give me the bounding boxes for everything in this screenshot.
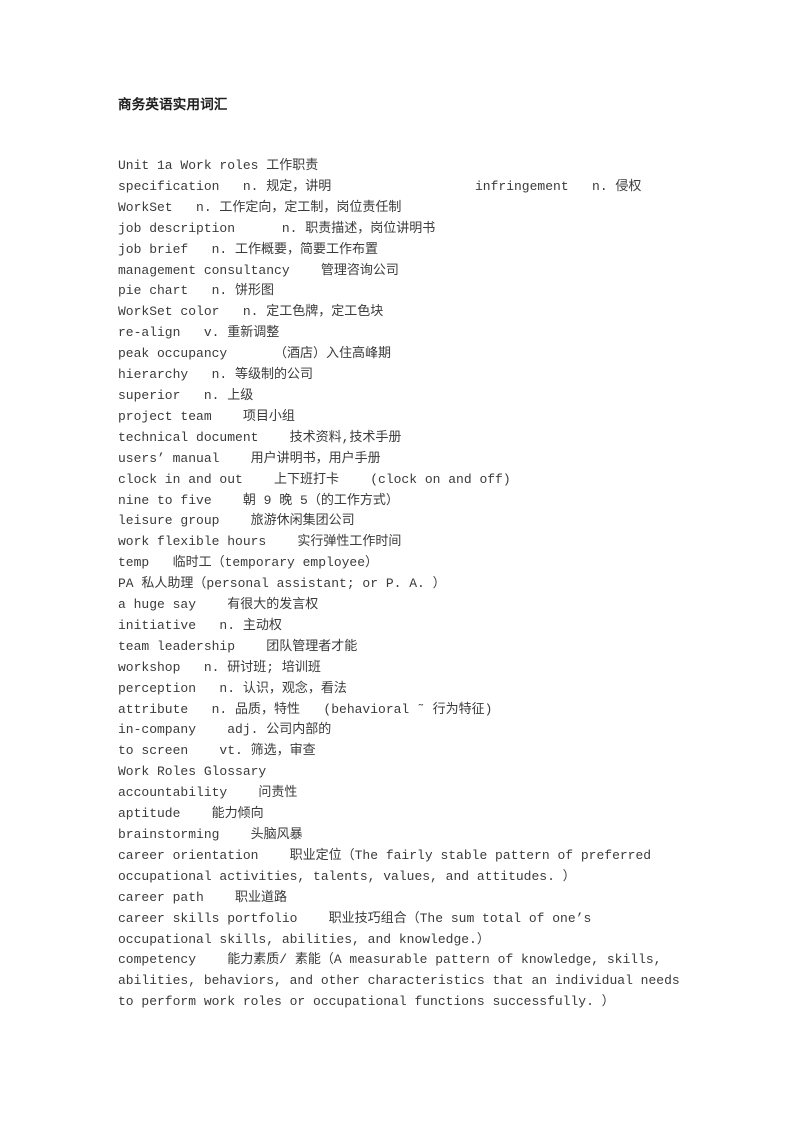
- glossary-line-workset-color: WorkSet color n. 定工色牌，定工色块: [118, 304, 384, 320]
- glossary-line-career-path: career path 职业道路: [118, 889, 288, 905]
- page-title: 商务英语实用词汇: [118, 97, 228, 113]
- glossary-line-re-align: re-align v. 重新调整: [118, 325, 280, 341]
- glossary-line-superior: superior n. 上级: [118, 387, 254, 403]
- glossary-line-career-orientation: career orientation 职业定位（The fairly stabl…: [118, 847, 659, 884]
- glossary-term-infringement: infringement n. 侵权: [475, 178, 642, 194]
- glossary-line-project-team: project team 项目小组: [118, 408, 295, 424]
- glossary-line-management-consultancy: management consultancy 管理咨询公司: [118, 262, 399, 278]
- glossary-line-technical-document: technical document 技术资料,技术手册: [118, 429, 402, 445]
- glossary-line-brainstorming: brainstorming 头脑风暴: [118, 827, 303, 842]
- glossary-line-work-flexible-hours: work flexible hours 实行弹性工作时间: [118, 534, 402, 550]
- glossary-line-job-brief: job brief n. 工作概要，简要工作布置: [118, 241, 379, 257]
- glossary-line-hierarchy: hierarchy n. 等级制的公司: [118, 367, 314, 383]
- glossary-line-job-description: job description n. 职责描述，岗位讲明书: [118, 220, 436, 236]
- glossary-line-specification: specification n. 规定，讲明 infringement n. 侵权: [118, 177, 684, 198]
- glossary-line-team-leadership: team leadership 团队管理者才能: [118, 638, 358, 654]
- glossary-line-leisure-group: leisure group 旅游休闲集团公司: [118, 513, 355, 529]
- glossary-term-specification: specification n. 规定，讲明: [118, 178, 332, 194]
- glossary-line-peak-occupancy: peak occupancy （酒店）入住高峰期: [118, 346, 392, 362]
- glossary-line-initiative: initiative n. 主动权: [118, 617, 282, 633]
- glossary-line-perception: perception n. 认识，观念，看法: [118, 680, 347, 696]
- glossary-line-temp: temp 临时工（temporary employee）: [118, 555, 379, 571]
- document-page: 商务英语实用词汇 Unit 1a Work roles 工作职责 specific…: [0, 0, 793, 1122]
- glossary-line-work-roles-glossary: Work Roles Glossary: [118, 764, 267, 780]
- glossary-line-in-company: in-company adj. 公司内部的: [118, 722, 332, 738]
- glossary-line-pie-chart: pie chart n. 饼形图: [118, 283, 275, 299]
- glossary-line-unit-heading: Unit 1a Work roles 工作职责: [118, 158, 319, 173]
- glossary-body: Unit 1a Work roles 工作职责 specification n. …: [118, 156, 684, 1013]
- glossary-line-aptitude: aptitude 能力倾向: [118, 806, 264, 822]
- glossary-line-workshop: workshop n. 研讨班; 培训班: [118, 659, 321, 675]
- glossary-line-a-huge-say: a huge say 有很大的发言权: [118, 597, 319, 613]
- glossary-line-nine-to-five: nine to five 朝 9 晚 5（的工作方式）: [118, 492, 399, 508]
- glossary-line-clock-in-and-out: clock in and out 上下班打卡 (clock on and off…: [118, 471, 511, 487]
- glossary-line-career-skills-portfolio: career skills portfolio 职业技巧组合（The sum t…: [118, 910, 600, 947]
- glossary-line-pa: PA 私人助理（personal assistant; or P. A. ）: [118, 576, 446, 592]
- glossary-line-accountability: accountability 问责性: [118, 785, 298, 801]
- glossary-line-workset: WorkSet n. 工作定向，定工制，岗位责任制: [118, 199, 402, 215]
- glossary-line-users-manual: users’ manual 用户讲明书，用户手册: [118, 450, 381, 466]
- glossary-line-competency: competency 能力素质/ 素能（A measurable pattern…: [118, 952, 688, 1010]
- glossary-line-to-screen: to screen vt. 筛选，审查: [118, 743, 316, 759]
- glossary-line-attribute: attribute n. 品质，特性 (behavioral ˜ 行为特征): [118, 701, 493, 717]
